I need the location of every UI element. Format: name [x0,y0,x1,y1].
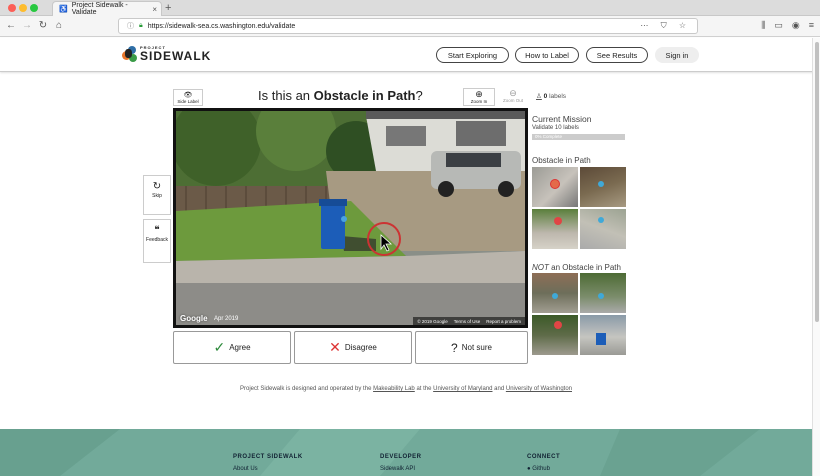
eye-slash-icon: 👁︎ [183,92,193,99]
example-thumbnail [580,167,626,207]
github-link[interactable]: ● Github [527,466,560,472]
agree-button[interactable]: ✓ Agree [173,331,291,364]
not-sure-button[interactable]: ? Not sure [415,331,528,364]
info-icon[interactable]: ⓘ [127,21,134,31]
zoom-out-button[interactable]: ⊖ Zoom Out [497,88,529,106]
umd-link[interactable]: University of Maryland [433,386,492,392]
minimize-window-button[interactable] [19,4,27,12]
hide-label-text: Side Label [177,99,199,104]
street-view-image [176,111,525,325]
example-thumbnail [532,167,578,207]
validation-question: Is this an Obstacle in Path? [258,88,423,103]
url-bar[interactable]: ⓘ 🔒︎ https://sidewalk-sea.cs.washington.… [118,18,698,34]
page-scrollbar[interactable] [812,38,820,476]
footer-heading-connect: CONNECT [527,454,561,460]
hide-label-button[interactable]: 👁︎ Side Label [173,89,203,106]
example-thumbnail [532,315,578,355]
positive-examples-title: Obstacle in Path [532,156,591,165]
cross-icon: ✕ [329,339,341,355]
browser-tab-bar: ♿ Project Sidewalk - Validate × + [0,0,820,16]
check-icon: ✓ [213,339,226,355]
negative-examples-grid [532,273,627,355]
feedback-icon: ❝ [154,225,160,236]
tab-title: Project Sidewalk - Validate [71,2,128,16]
browser-nav-bar: ← → ↻ ⌂ ⓘ 🔒︎ https://sidewalk-sea.cs.was… [0,16,820,37]
lock-icon: 🔒︎ [139,22,143,29]
sidebar-icon[interactable]: ▭ [774,20,783,31]
terms-link[interactable]: Terms of Use [454,319,481,324]
mission-title: Current Mission [532,114,592,124]
negative-examples-title: NOT an Obstacle in Path [532,263,621,272]
credit-line: Project Sidewalk is designed and operate… [239,386,572,392]
back-icon[interactable]: ← [4,20,18,31]
makeability-lab-link[interactable]: Makeability Lab [373,386,415,392]
menu-icon[interactable]: ≡ [809,20,814,31]
example-thumbnail [580,273,626,313]
library-icon[interactable]: ⫼ [761,20,765,31]
reload-icon[interactable]: ↻ [36,20,50,31]
sign-in-button[interactable]: Sign in [655,47,699,63]
site-header: PROJECT SIDEWALK Start Exploring How to … [0,38,820,72]
feedback-button[interactable]: ❝ Feedback [143,219,171,263]
street-view-panorama[interactable]: Google Apr 2019 © 2019 Google Terms of U… [173,108,528,328]
google-watermark: Google [180,314,208,323]
url-text[interactable]: https://sidewalk-sea.cs.washington.edu/v… [148,23,295,30]
sidewalk-api-link[interactable]: Sidewalk API [380,466,422,472]
close-window-button[interactable] [8,4,16,12]
progress-text: 0% Complete [535,134,563,139]
see-results-button[interactable]: See Results [586,47,648,63]
about-us-link[interactable]: About Us [233,466,303,472]
sidewalk-logo-icon [122,45,138,63]
example-thumbnail [532,273,578,313]
site-favicon-icon: ♿ [59,6,68,13]
scrollbar-thumb[interactable] [815,42,819,322]
new-tab-button[interactable]: + [165,1,171,15]
uw-link[interactable]: University of Washington [506,386,572,392]
forward-icon[interactable]: → [20,20,34,31]
close-tab-icon[interactable]: × [152,5,157,14]
browser-tab[interactable]: ♿ Project Sidewalk - Validate × [52,1,162,16]
example-thumbnail [580,315,626,355]
zoom-out-icon: ⊖ [509,88,517,98]
zoom-in-button[interactable]: ⊕ Zoom In [463,88,495,106]
user-icon: ♙ [536,93,542,100]
project-sidewalk-logo[interactable]: PROJECT SIDEWALK [122,45,211,63]
question-icon: ? [451,340,458,355]
example-thumbnail [532,209,578,249]
mission-progress-bar: 0% Complete [532,134,625,140]
page-actions-icon[interactable]: ⋯ ⛉ ☆ [640,21,691,31]
pano-footer: © 2019 Google Terms of Use Report a prob… [413,317,525,325]
pano-date: Apr 2019 [214,316,239,322]
report-problem-link[interactable]: Report a problem [486,319,521,324]
extension-icon[interactable]: ◉ [792,20,800,31]
footer-heading-project: PROJECT SIDEWALK [233,454,303,460]
example-thumbnail [580,209,626,249]
toolbar-icons: ⫼ ▭ ◉ ≡ [761,20,814,31]
positive-examples-grid [532,167,627,249]
site-footer: PROJECT SIDEWALK About Us DEVELOPER Side… [0,429,812,476]
logo-big-text: SIDEWALK [140,49,212,63]
mission-subtitle: Validate 10 labels [532,125,579,131]
github-icon: ● [527,466,531,472]
start-exploring-button[interactable]: Start Exploring [436,47,509,63]
footer-heading-developer: DEVELOPER [380,454,422,460]
maximize-window-button[interactable] [30,4,38,12]
home-icon[interactable]: ⌂ [52,20,66,31]
zoom-in-icon: ⊕ [475,89,483,99]
skip-icon: ↻ [152,181,162,192]
skip-button[interactable]: ↻ Skip [143,175,171,215]
labels-count: ♙ 0 labels [536,93,567,100]
disagree-button[interactable]: ✕ Disagree [294,331,412,364]
how-to-label-button[interactable]: How to Label [515,47,579,63]
